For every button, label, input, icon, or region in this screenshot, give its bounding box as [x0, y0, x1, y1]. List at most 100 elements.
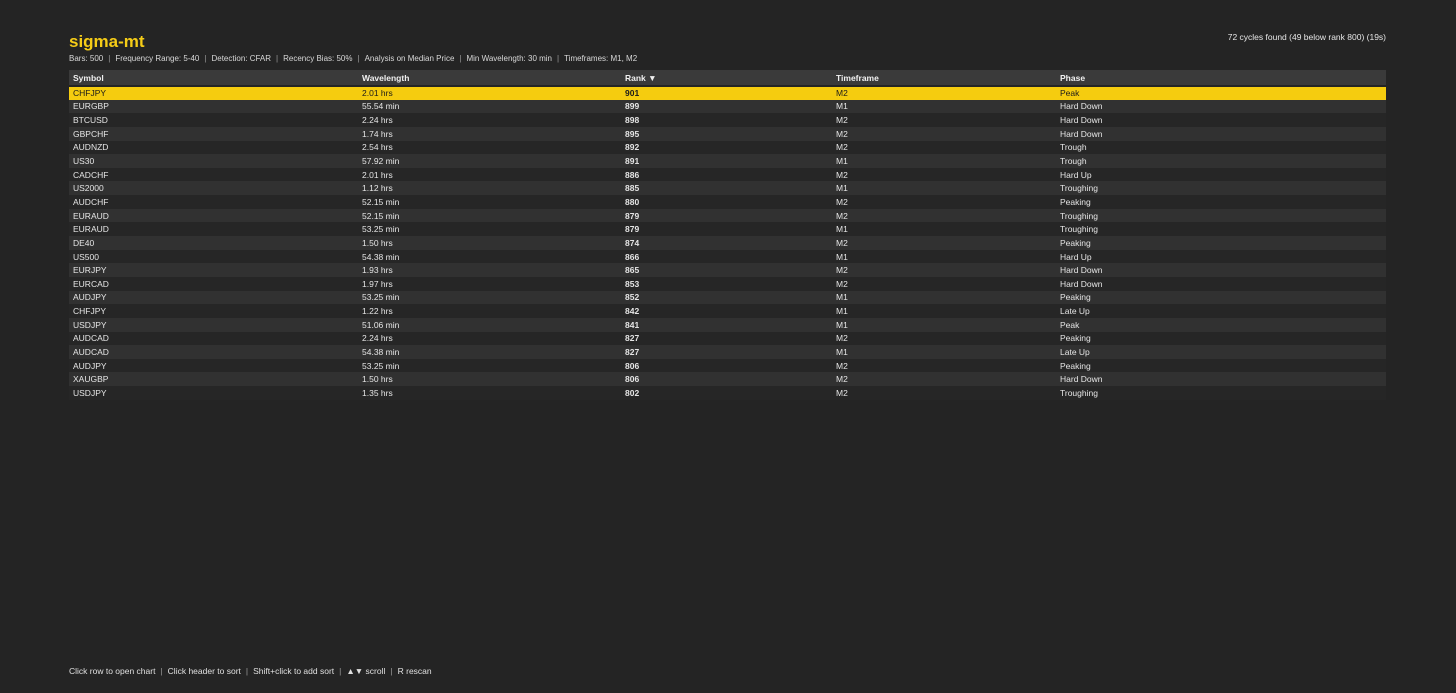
separator: | — [459, 54, 462, 63]
footer-hint: Click row to open chart — [69, 666, 156, 676]
separator: | — [390, 666, 393, 676]
column-header-wavelength[interactable]: Wavelength — [358, 70, 621, 87]
cell-phase: Trough — [1060, 156, 1087, 167]
setting-item: Recency Bias: 50% — [283, 54, 353, 63]
cell-wavelength: 57.92 min — [362, 156, 400, 167]
table-row[interactable]: DE40 1.50 hrs 874 M2 Peaking — [69, 236, 1386, 250]
cell-phase: Hard Down — [1060, 374, 1103, 385]
cell-timeframe: M1 — [836, 306, 848, 317]
column-header-rank[interactable]: Rank ▼ — [621, 70, 832, 87]
cell-phase: Hard Up — [1060, 169, 1092, 180]
cell-rank: 865 — [625, 265, 640, 276]
table-row[interactable]: US500 54.38 min 866 M1 Hard Up — [69, 249, 1386, 264]
table-row[interactable]: AUDCAD 54.38 min 827 M1 Late Up — [69, 345, 1386, 359]
table-row[interactable]: AUDCAD 2.24 hrs 827 M2 Peaking — [69, 331, 1386, 346]
cell-wavelength: 54.38 min — [362, 251, 400, 262]
cell-phase: Late Up — [1060, 346, 1090, 357]
cell-rank: 879 — [625, 224, 640, 235]
cell-wavelength: 2.24 hrs — [362, 115, 393, 126]
cell-rank: 842 — [625, 306, 640, 317]
cell-wavelength: 1.22 hrs — [362, 306, 393, 317]
column-header-symbol[interactable]: Symbol — [69, 70, 358, 87]
cell-rank: 885 — [625, 183, 640, 194]
cell-phase: Hard Down — [1060, 115, 1103, 126]
cell-wavelength: 1.97 hrs — [362, 278, 393, 289]
footer-hint: R rescan — [397, 666, 432, 676]
cell-rank: 880 — [625, 196, 640, 207]
cell-symbol: CHFJPY — [73, 306, 107, 317]
table-row[interactable]: BTCUSD 2.24 hrs 898 M2 Hard Down — [69, 113, 1386, 127]
cell-phase: Late Up — [1060, 306, 1090, 317]
table-row[interactable]: AUDCHF 52.15 min 880 M2 Peaking — [69, 195, 1386, 209]
table-row[interactable]: EURJPY 1.93 hrs 865 M2 Hard Down — [69, 263, 1386, 277]
cell-timeframe: M1 — [836, 251, 848, 262]
cell-rank: 866 — [625, 251, 640, 262]
cell-wavelength: 1.35 hrs — [362, 387, 393, 398]
cell-timeframe: M1 — [836, 346, 848, 357]
cell-symbol: EURGBP — [73, 101, 109, 112]
table-body: CHFJPY 2.01 hrs 901 M2 Peak EURGBP 55.54 min 89… — [69, 86, 1386, 400]
table-row[interactable]: GBPCHF 1.74 hrs 895 M2 Hard Down — [69, 126, 1386, 141]
cell-symbol: BTCUSD — [73, 115, 108, 126]
table-row[interactable]: EURAUD 53.25 min 879 M1 Troughing — [69, 222, 1386, 237]
cell-rank: 802 — [625, 387, 640, 398]
cell-wavelength: 53.25 min — [362, 292, 400, 303]
cell-phase: Peak — [1060, 88, 1080, 99]
cell-phase: Peaking — [1060, 196, 1091, 207]
cell-symbol: EURCAD — [73, 278, 109, 289]
table-row[interactable]: US30 57.92 min 891 M1 Trough — [69, 154, 1386, 168]
table-row[interactable]: AUDNZD 2.54 hrs 892 M2 Trough — [69, 140, 1386, 155]
settings-line: Bars: 500 | Frequency Range: 5-40 | Detectio… — [69, 54, 1386, 63]
column-header-phase[interactable]: Phase — [1056, 70, 1386, 87]
cell-phase: Troughing — [1060, 224, 1098, 235]
cell-symbol: AUDNZD — [73, 142, 109, 153]
cell-phase: Hard Down — [1060, 278, 1103, 289]
cell-wavelength: 51.06 min — [362, 319, 400, 330]
results-table-container: Symbol Wavelength Rank ▼ Timeframe Phase… — [69, 70, 1386, 400]
cell-wavelength: 52.15 min — [362, 210, 400, 221]
table-row[interactable]: AUDJPY 53.25 min 852 M1 Peaking — [69, 290, 1386, 305]
cell-timeframe: M2 — [836, 265, 848, 276]
cell-timeframe: M2 — [836, 360, 848, 371]
cell-phase: Peaking — [1060, 237, 1091, 248]
cell-wavelength: 52.15 min — [362, 196, 400, 207]
table-row[interactable]: US2000 1.12 hrs 885 M1 Troughing — [69, 181, 1386, 196]
cell-timeframe: M1 — [836, 156, 848, 167]
cell-wavelength: 54.38 min — [362, 346, 400, 357]
cell-rank: 874 — [625, 237, 640, 248]
table-row[interactable]: EURGBP 55.54 min 899 M1 Hard Down — [69, 99, 1386, 114]
cell-symbol: GBPCHF — [73, 128, 109, 139]
cell-symbol: AUDJPY — [73, 292, 107, 303]
cell-phase: Troughing — [1060, 387, 1098, 398]
setting-item: Analysis on Median Price — [364, 54, 455, 63]
cell-phase: Troughing — [1060, 183, 1098, 194]
table-row[interactable]: USDJPY 1.35 hrs 802 M2 Troughing — [69, 386, 1386, 400]
cell-wavelength: 1.93 hrs — [362, 265, 393, 276]
table-row[interactable]: CADCHF 2.01 hrs 886 M2 Hard Up — [69, 167, 1386, 182]
cell-phase: Troughing — [1060, 210, 1098, 221]
separator: | — [108, 54, 111, 63]
cell-rank: 895 — [625, 128, 640, 139]
table-row[interactable]: CHFJPY 2.01 hrs 901 M2 Peak — [69, 86, 1386, 100]
cell-symbol: EURJPY — [73, 265, 107, 276]
cell-wavelength: 1.74 hrs — [362, 128, 393, 139]
setting-item: Frequency Range: 5-40 — [115, 54, 200, 63]
setting-item: Timeframes: M1, M2 — [564, 54, 638, 63]
cell-rank: 899 — [625, 101, 640, 112]
table-row[interactable]: AUDJPY 53.25 min 806 M2 Peaking — [69, 358, 1386, 373]
cell-symbol: AUDCHF — [73, 196, 109, 207]
footer-hint: ▲▼ scroll — [346, 666, 386, 676]
table-row[interactable]: XAUGBP 1.50 hrs 806 M2 Hard Down — [69, 372, 1386, 387]
cell-phase: Hard Down — [1060, 101, 1103, 112]
cell-symbol: XAUGBP — [73, 374, 109, 385]
cell-rank: 806 — [625, 360, 640, 371]
cell-rank: 886 — [625, 169, 640, 180]
table-row[interactable]: USDJPY 51.06 min 841 M1 Peak — [69, 317, 1386, 332]
cell-wavelength: 1.12 hrs — [362, 183, 393, 194]
table-row[interactable]: CHFJPY 1.22 hrs 842 M1 Late Up — [69, 304, 1386, 318]
column-header-timeframe[interactable]: Timeframe — [832, 70, 1056, 87]
table-row[interactable]: EURCAD 1.97 hrs 853 M2 Hard Down — [69, 276, 1386, 291]
table-row[interactable]: EURAUD 52.15 min 879 M2 Troughing — [69, 208, 1386, 223]
cell-wavelength: 1.50 hrs — [362, 237, 393, 248]
cell-symbol: DE40 — [73, 237, 95, 248]
